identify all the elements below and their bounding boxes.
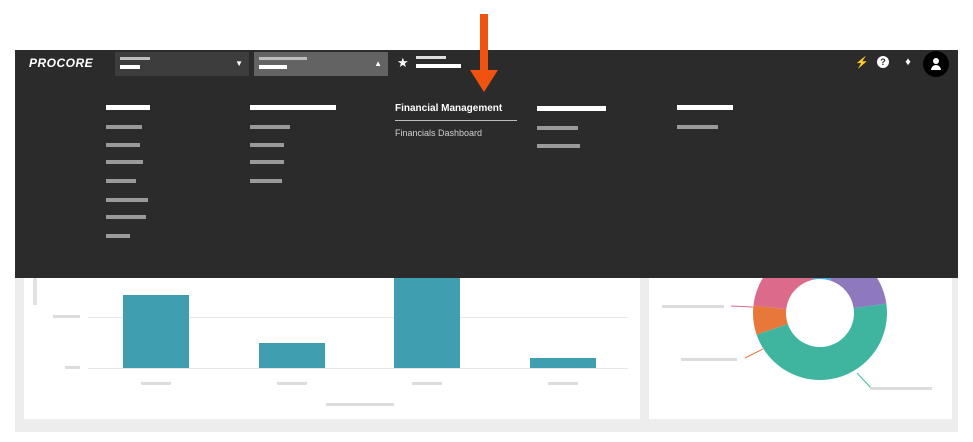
plug-icon[interactable]: ⚡ — [855, 56, 869, 69]
project-picker-value — [259, 65, 287, 69]
leader-line — [744, 348, 764, 359]
financials-dashboard-link[interactable]: Financials Dashboard — [395, 128, 482, 138]
procore-logo[interactable]: PROCORE — [29, 56, 93, 70]
x-axis-title — [326, 403, 394, 406]
menu-item[interactable] — [106, 143, 140, 147]
company-picker[interactable]: ▼ — [115, 52, 249, 76]
company-picker-value — [120, 65, 140, 69]
user-icon-body — [931, 65, 941, 70]
chart-bar[interactable] — [123, 295, 189, 368]
menu-column-heading — [250, 105, 336, 110]
help-icon[interactable]: ? — [877, 56, 889, 68]
menu-column-heading — [677, 105, 733, 110]
project-picker-label — [259, 57, 307, 60]
chart-bar[interactable] — [530, 358, 596, 368]
annotation-arrow-shaft — [480, 14, 488, 72]
menu-item[interactable] — [537, 144, 580, 148]
annotation-arrow-head — [470, 70, 498, 92]
company-picker-label — [120, 57, 150, 60]
chart-bar[interactable] — [259, 343, 325, 368]
avatar[interactable] — [923, 51, 949, 77]
menu-item[interactable] — [106, 160, 143, 164]
menu-item[interactable] — [106, 198, 148, 202]
x-axis-tick-label — [548, 382, 578, 385]
financial-management-heading: Financial Management — [395, 103, 503, 114]
menu-item[interactable] — [106, 125, 142, 129]
menu-column-heading — [106, 105, 150, 110]
y-axis-tick-label — [65, 366, 80, 369]
menu-item[interactable] — [250, 125, 290, 129]
menu-item[interactable] — [250, 160, 284, 164]
screenshot: PROCORE ▼ ▲ ★ ⚡ ? ♦ Financial Management… — [0, 0, 973, 442]
x-axis-tick-label — [412, 382, 442, 385]
menu-item[interactable] — [537, 126, 578, 130]
project-picker[interactable]: ▲ — [254, 52, 388, 76]
menu-heading-divider — [395, 120, 517, 121]
menu-item[interactable] — [250, 143, 284, 147]
bar-chart-card — [24, 270, 640, 419]
tools-dropdown-menu: Financial Management Financials Dashboar… — [15, 78, 958, 278]
x-axis-tick-label — [277, 382, 307, 385]
x-axis-tick-label — [141, 382, 171, 385]
tool-picker-value[interactable] — [416, 64, 461, 68]
leader-line — [856, 372, 872, 389]
star-icon[interactable]: ★ — [397, 55, 409, 71]
chevron-down-icon: ▼ — [235, 59, 243, 68]
y-axis-tick-label — [53, 315, 80, 318]
donut-label — [870, 387, 932, 390]
chart-scroll-handle[interactable] — [33, 277, 37, 305]
bell-icon[interactable]: ♦ — [903, 56, 913, 68]
donut-leader-lines — [730, 305, 872, 389]
menu-column-heading — [537, 106, 606, 111]
menu-item[interactable] — [250, 179, 282, 183]
tool-picker-label — [416, 56, 446, 59]
menu-item[interactable] — [106, 215, 146, 219]
menu-item[interactable] — [106, 179, 136, 183]
donut-label — [662, 305, 724, 308]
menu-item[interactable] — [677, 125, 718, 129]
leader-line — [730, 305, 754, 308]
menu-item[interactable] — [106, 234, 130, 238]
chevron-up-icon: ▲ — [374, 59, 382, 68]
donut-label — [681, 358, 737, 361]
user-icon-head — [933, 58, 939, 64]
chart-bar[interactable] — [394, 268, 460, 368]
chart-gridline — [88, 368, 628, 369]
